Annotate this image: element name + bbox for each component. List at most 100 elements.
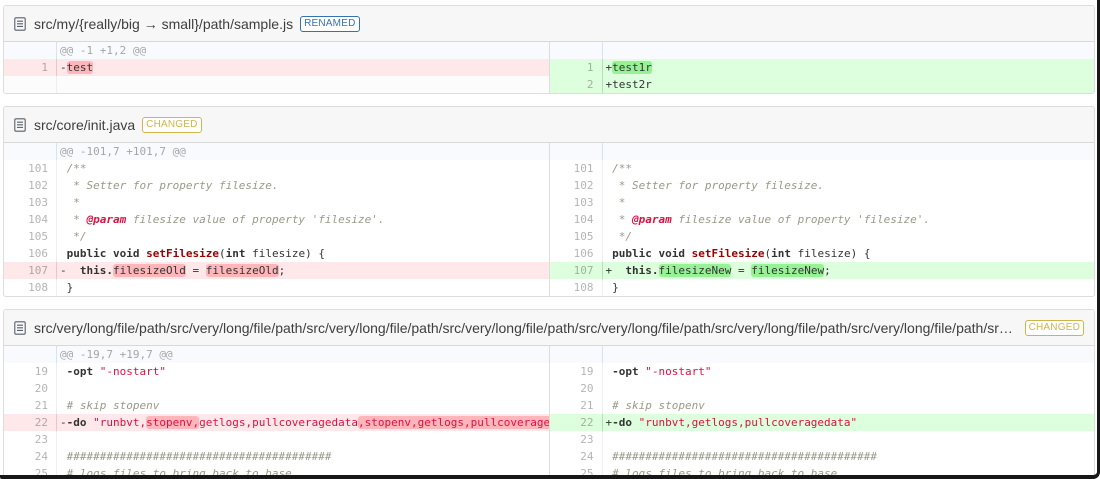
line-number: 25 (4, 465, 57, 479)
line-number: 108 (550, 279, 603, 296)
diff-prefix (60, 382, 67, 395)
code-line: } (603, 279, 1095, 296)
code-line: -opt "-nostart" (57, 363, 549, 380)
line-number (4, 76, 57, 93)
code-line: * (57, 194, 549, 211)
diff-split-view: @@ -19,7 +19,7 @@ 19 -opt "-nostart" 20 21… (4, 346, 1094, 479)
code-line: # skip stopenv (57, 397, 549, 414)
diff-row: 104 * @param filesize value of property … (550, 211, 1095, 228)
line-number: 19 (550, 363, 603, 380)
code-line: --do "runbvt,stopenv,getlogs,pullcoverag… (57, 414, 549, 431)
line-number (550, 143, 603, 160)
file-header: src/very/long/file/path/src/very/long/fi… (4, 310, 1094, 346)
diff-row: 19 -opt "-nostart" (550, 363, 1095, 380)
diff-pane-right[interactable]: 19 -opt "-nostart" 20 21 # skip stopenv 22… (548, 346, 1095, 479)
diff-pane-left[interactable]: @@ -101,7 +101,7 @@ 101 /** 102 * Setter f… (4, 143, 549, 296)
line-number: 105 (4, 228, 57, 245)
code-line: # logs files to bring back to base (603, 465, 1095, 479)
code-line: -opt "-nostart" (603, 363, 1095, 380)
line-number (550, 42, 603, 59)
diff-row: 25 # logs files to bring back to base (550, 465, 1095, 479)
diff-split-view: @@ -101,7 +101,7 @@ 101 /** 102 * Setter f… (4, 143, 1094, 296)
hunk-header (603, 42, 1095, 59)
line-number (550, 346, 603, 363)
code-line: ######################################## (57, 448, 549, 465)
diff-prefix (60, 213, 67, 226)
diff-row: 106 public void setFilesize(int filesize… (4, 245, 549, 262)
diff-row: 20 (550, 380, 1095, 397)
diff-row: 108 } (4, 279, 549, 296)
line-number: 1 (550, 59, 603, 76)
diff-row (4, 76, 549, 93)
file-list: src/my/{really/big → small}/path/sample.… (3, 5, 1095, 479)
line-number: 108 (4, 279, 57, 296)
diff-pane-right[interactable]: 1 +test1r 2 +test2r (548, 42, 1095, 93)
line-number: 23 (4, 431, 57, 448)
file-header: src/my/{really/big → small}/path/sample.… (4, 6, 1094, 42)
line-number: 102 (550, 177, 603, 194)
diff-row: 22 --do "runbvt,stopenv,getlogs,pullcover… (4, 414, 549, 431)
diff-prefix (60, 433, 67, 446)
file-diff-panel: src/very/long/file/path/src/very/long/fi… (3, 309, 1095, 479)
diff-row: 24 #####################################… (550, 448, 1095, 465)
diff-prefix (606, 382, 613, 395)
code-line: +test1r (605, 61, 652, 74)
diff-row: 19 -opt "-nostart" (4, 363, 549, 380)
diff-split-view: @@ -1 +1,2 @@ 1 -test 1 +test1r 2 +test2r (4, 42, 1094, 93)
code-line: * Setter for property filesize. (603, 177, 1095, 194)
code-line: */ (603, 228, 1095, 245)
code-line: * Setter for property filesize. (57, 177, 549, 194)
line-number: 23 (550, 431, 603, 448)
code-line: * (603, 194, 1095, 211)
line-number: 25 (550, 465, 603, 479)
file-status-badge: RENAMED (300, 15, 360, 32)
diff-row: 25 # logs files to bring back to base (4, 465, 549, 479)
diff-row: 23 (4, 431, 549, 448)
code-line: /** (57, 160, 549, 177)
code-line: public void setFilesize(int filesize) { (603, 245, 1095, 262)
diff-prefix (60, 281, 67, 294)
file-name: src/core/init.java (34, 116, 136, 133)
line-number (4, 346, 57, 363)
diff-row: 1 +test1r (549, 59, 1094, 76)
diff-row: 1 -test (4, 59, 549, 76)
line-number: 103 (550, 194, 603, 211)
line-number: 20 (550, 380, 603, 397)
diff-prefix (60, 162, 67, 175)
diff-row: 102 * Setter for property filesize. (4, 177, 549, 194)
line-number: 24 (550, 448, 603, 465)
diff-row: 24 #####################################… (4, 448, 549, 465)
code-line: +test2r (605, 78, 652, 91)
file-status-badge: CHANGED (1024, 319, 1084, 336)
diff-pane-right[interactable]: 101 /** 102 * Setter for property filesiz… (548, 143, 1095, 296)
line-number: 2 (550, 76, 603, 93)
hunk-header: @@ -101,7 +101,7 @@ (60, 145, 186, 158)
code-line: + this.filesizeNew = filesizeNew; (605, 264, 831, 277)
file-icon (14, 16, 26, 31)
hunk-header-row: @@ -19,7 +19,7 @@ (4, 346, 549, 363)
code-line: * @param filesize value of property 'fil… (603, 211, 1095, 228)
code-line: +-do "runbvt,getlogs,pullcoveragedata" (605, 416, 858, 429)
line-number (4, 42, 57, 59)
hunk-header-row: @@ -101,7 +101,7 @@ (4, 143, 549, 160)
file-name: src/my/{really/big → small}/path/sample.… (34, 15, 294, 32)
diff-prefix (606, 433, 613, 446)
diff-row: 21 # skip stopenv (4, 397, 549, 414)
diff-row: 23 (550, 431, 1095, 448)
diff-pane-left[interactable]: @@ -19,7 +19,7 @@ 19 -opt "-nostart" 20 21… (4, 346, 549, 479)
line-number: 103 (4, 194, 57, 211)
diff-prefix (60, 230, 67, 243)
diff-row: 20 (4, 380, 549, 397)
line-number: 102 (4, 177, 57, 194)
diff-row: 21 # skip stopenv (550, 397, 1095, 414)
diff-pane-left[interactable]: @@ -1 +1,2 @@ 1 -test (4, 42, 549, 93)
code-line: - this.filesizeOld = filesizeOld; (60, 264, 286, 277)
diff-row: 103 * (550, 194, 1095, 211)
diff-prefix: - (60, 264, 67, 277)
diff-row: 101 /** (4, 160, 549, 177)
code-line (603, 380, 1095, 397)
code-line: public void setFilesize(int filesize) { (57, 245, 549, 262)
diff-prefix (60, 450, 67, 463)
code-line: # skip stopenv (603, 397, 1095, 414)
diff-row: 102 * Setter for property filesize. (550, 177, 1095, 194)
